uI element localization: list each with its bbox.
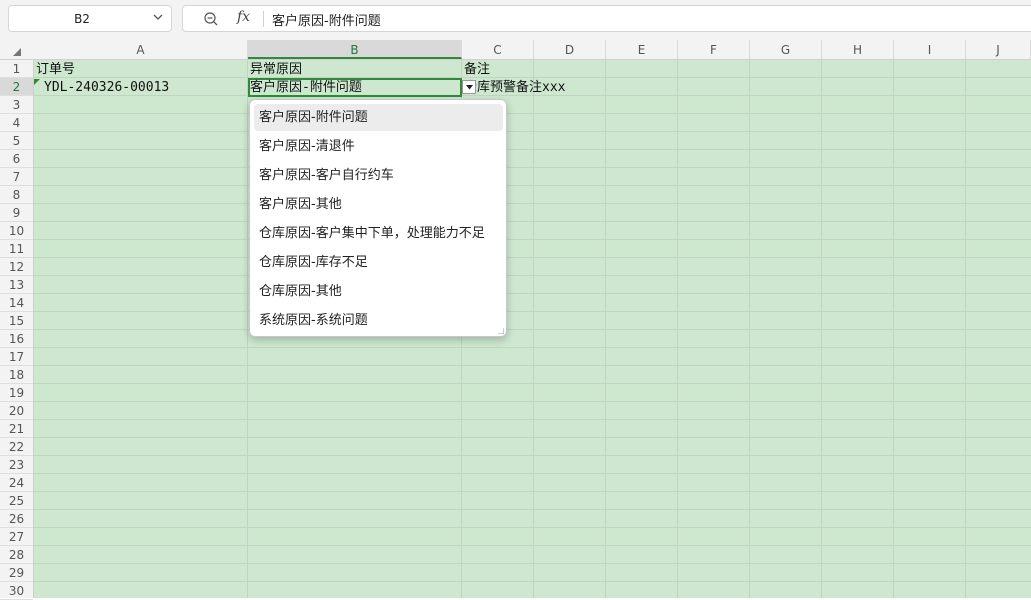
row-header[interactable]: 26 xyxy=(0,510,33,528)
column-header-g[interactable]: G xyxy=(750,40,822,59)
column-header-f[interactable]: F xyxy=(678,40,750,59)
name-box-value: B2 xyxy=(74,12,90,26)
formula-input[interactable]: 客户原因-附件问题 xyxy=(272,10,381,29)
row-header[interactable]: 27 xyxy=(0,528,33,546)
dropdown-arrow-button[interactable] xyxy=(462,80,476,94)
dropdown-option[interactable]: 仓库原因-库存不足 xyxy=(254,249,503,276)
row-header[interactable]: 8 xyxy=(0,186,33,204)
column-header-a[interactable]: A xyxy=(34,40,248,59)
row-header[interactable]: 10 xyxy=(0,222,33,240)
grid-line xyxy=(821,60,822,598)
cell-c2[interactable]: 仓库预警备注xxx xyxy=(464,79,565,97)
caret-down-icon xyxy=(466,85,473,90)
row-header[interactable]: 21 xyxy=(0,420,33,438)
cell-a1[interactable]: 订单号 xyxy=(36,61,75,79)
select-all-corner[interactable] xyxy=(0,40,34,59)
row-header[interactable]: 4 xyxy=(0,114,33,132)
grid-line xyxy=(749,60,750,598)
dropdown-option[interactable]: 客户原因-其他 xyxy=(254,191,503,218)
dropdown-option[interactable]: 客户原因-清退件 xyxy=(254,133,503,160)
row-header[interactable]: 25 xyxy=(0,492,33,510)
cell-a2[interactable]: YDL-240326-00013 xyxy=(44,79,169,97)
dropdown-option[interactable]: 仓库原因-客户集中下单，处理能力不足 xyxy=(254,220,503,247)
row-header[interactable]: 9 xyxy=(0,204,33,222)
validation-dropdown-list[interactable]: 客户原因-附件问题 客户原因-清退件 客户原因-客户自行约车 客户原因-其他 仓… xyxy=(249,99,507,337)
row-header[interactable]: 16 xyxy=(0,330,33,348)
column-header-d[interactable]: D xyxy=(534,40,606,59)
row-header[interactable]: 6 xyxy=(0,150,33,168)
row-header[interactable]: 13 xyxy=(0,276,33,294)
column-header-i[interactable]: I xyxy=(894,40,966,59)
zoom-out-icon[interactable] xyxy=(203,11,219,27)
row-header[interactable]: 17 xyxy=(0,348,33,366)
row-header-column: 1 2 3 4 5 6 7 8 9 10 11 12 13 14 15 16 1… xyxy=(0,60,34,600)
resize-grip-icon[interactable] xyxy=(498,328,504,334)
dropdown-option[interactable]: 客户原因-客户自行约车 xyxy=(254,162,503,189)
column-header-c[interactable]: C xyxy=(462,40,534,59)
formula-bar: B2 fx 客户原因-附件问题 xyxy=(0,0,1031,40)
grid-line xyxy=(965,60,966,598)
column-header-j[interactable]: J xyxy=(966,40,1031,59)
dropdown-option[interactable]: 仓库原因-其他 xyxy=(254,278,503,305)
dropdown-option[interactable]: 系统原因-系统问题 xyxy=(254,307,503,334)
dropdown-option[interactable]: 客户原因-附件问题 xyxy=(254,104,503,131)
row-header[interactable]: 18 xyxy=(0,366,33,384)
row-header[interactable]: 14 xyxy=(0,294,33,312)
cell-b2-value: 客户原因-附件问题 xyxy=(250,80,362,95)
column-header-row: A B C D E F G H I J xyxy=(0,40,1031,60)
column-header-h[interactable]: H xyxy=(822,40,894,59)
error-indicator-triangle[interactable] xyxy=(34,79,40,85)
row-header[interactable]: 11 xyxy=(0,240,33,258)
row-header[interactable]: 7 xyxy=(0,168,33,186)
grid-line xyxy=(247,60,248,598)
fx-icon[interactable]: fx xyxy=(237,9,250,25)
row-header[interactable]: 23 xyxy=(0,456,33,474)
row-header[interactable]: 24 xyxy=(0,474,33,492)
row-header[interactable]: 19 xyxy=(0,384,33,402)
row-header[interactable]: 30 xyxy=(0,582,33,600)
row-header[interactable]: 29 xyxy=(0,564,33,582)
column-header-b[interactable]: B xyxy=(248,40,462,59)
row-header[interactable]: 1 xyxy=(0,60,33,78)
name-box[interactable]: B2 xyxy=(8,5,172,32)
cell-b1[interactable]: 异常原因 xyxy=(250,61,302,79)
row-header[interactable]: 28 xyxy=(0,546,33,564)
chevron-down-icon[interactable] xyxy=(153,12,163,22)
formula-field[interactable]: fx 客户原因-附件问题 xyxy=(182,5,1031,32)
row-header[interactable]: 3 xyxy=(0,96,33,114)
row-header[interactable]: 12 xyxy=(0,258,33,276)
row-header[interactable]: 20 xyxy=(0,402,33,420)
grid-line xyxy=(893,60,894,598)
cell-grid[interactable]: 订单号 异常原因 备注 YDL-240326-00013 客户原因-附件问题 仓… xyxy=(34,60,1031,598)
grid-line xyxy=(605,60,606,598)
select-all-triangle-icon[interactable] xyxy=(13,48,21,56)
grid-line xyxy=(533,60,534,598)
row-header[interactable]: 5 xyxy=(0,132,33,150)
row-header[interactable]: 22 xyxy=(0,438,33,456)
grid-line xyxy=(677,60,678,598)
cell-c1[interactable]: 备注 xyxy=(464,61,490,79)
column-header-e[interactable]: E xyxy=(606,40,678,59)
row-header[interactable]: 2 xyxy=(0,78,33,96)
row-header[interactable]: 15 xyxy=(0,312,33,330)
formula-separator xyxy=(263,11,264,27)
